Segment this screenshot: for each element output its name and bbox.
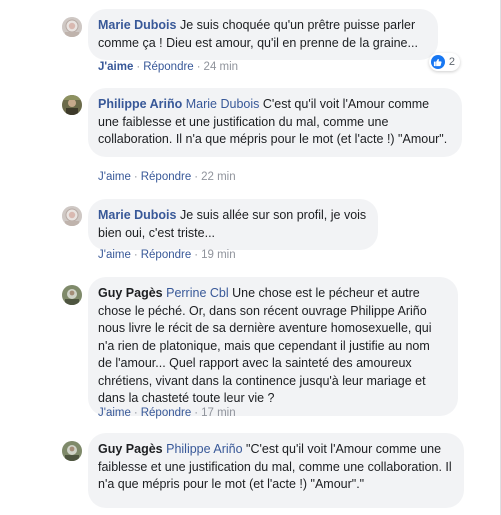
comment-bubble: Guy Pagès Philippe Ariño "C'est qu'il vo…	[88, 433, 464, 508]
comment-bubble: Marie Dubois Je suis choquée qu'un prêtr…	[88, 9, 438, 60]
mention-link[interactable]: Marie Dubois	[186, 97, 260, 111]
reply-button[interactable]: Répondre	[141, 171, 192, 183]
mention-link[interactable]: Perrine Cbl	[166, 286, 229, 300]
comment-author[interactable]: Guy Pagès	[98, 442, 163, 456]
mention-link[interactable]: Philippe Ariño	[166, 442, 242, 456]
comment-actions: J'aime · Répondre · 24 min	[98, 60, 238, 74]
separator: ·	[133, 171, 138, 183]
like-button[interactable]: J'aime	[98, 407, 131, 419]
comment-author[interactable]: Marie Dubois	[98, 18, 177, 32]
separator: ·	[194, 407, 199, 419]
comment-actions: J'aime · Répondre · 22 min	[98, 170, 236, 184]
reaction-count-value: 2	[448, 56, 455, 68]
timestamp[interactable]: 24 min	[204, 61, 239, 73]
comment-actions: J'aime · Répondre · 17 min	[98, 406, 236, 420]
reply-button[interactable]: Répondre	[141, 249, 192, 261]
separator: ·	[196, 61, 201, 73]
reaction-count[interactable]: 2	[428, 53, 460, 71]
avatar[interactable]	[62, 206, 82, 226]
avatar[interactable]	[62, 17, 82, 37]
separator: ·	[194, 249, 199, 261]
like-icon	[430, 55, 445, 69]
comment-actions: J'aime · Répondre · 19 min	[98, 248, 236, 262]
reply-button[interactable]: Répondre	[141, 407, 192, 419]
comment-bubble: Philippe Ariño Marie Dubois C'est qu'il …	[88, 88, 462, 157]
comment-author[interactable]: Guy Pagès	[98, 286, 163, 300]
separator: ·	[194, 171, 199, 183]
reply-button[interactable]: Répondre	[143, 61, 194, 73]
separator: ·	[133, 407, 138, 419]
avatar[interactable]	[62, 285, 82, 305]
comment-bubble: Guy Pagès Perrine Cbl Une chose est le p…	[88, 277, 458, 416]
avatar[interactable]	[62, 95, 82, 115]
comment-author[interactable]: Philippe Ariño	[98, 97, 182, 111]
timestamp[interactable]: 22 min	[201, 171, 236, 183]
timestamp[interactable]: 19 min	[201, 249, 236, 261]
like-button[interactable]: J'aime	[98, 249, 131, 261]
comment-author[interactable]: Marie Dubois	[98, 208, 177, 222]
separator: ·	[133, 249, 138, 261]
timestamp[interactable]: 17 min	[201, 407, 236, 419]
like-button[interactable]: J'aime	[98, 61, 133, 73]
like-button[interactable]: J'aime	[98, 171, 131, 183]
comment-text: Une chose est le pécheur et autre chose …	[98, 286, 432, 405]
avatar[interactable]	[62, 441, 82, 461]
comment-bubble: Marie Dubois Je suis allée sur son profi…	[88, 199, 378, 250]
separator: ·	[136, 61, 141, 73]
